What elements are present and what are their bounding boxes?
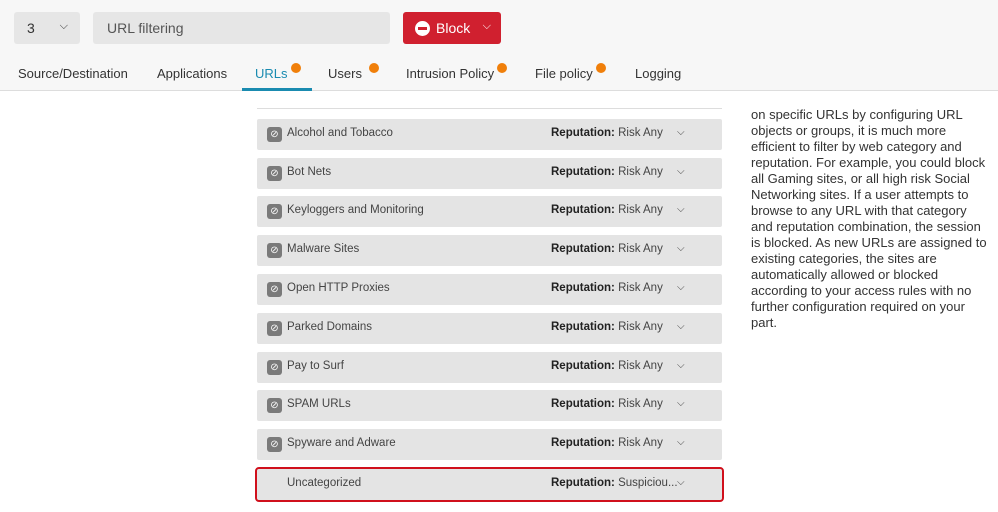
reputation-text: Risk Any [618, 282, 663, 294]
tab-label: Intrusion Policy [406, 66, 495, 81]
tab-label: Logging [635, 66, 682, 81]
link-icon: ⊘ [267, 166, 282, 181]
reputation-value: Reputation: Risk Any [551, 321, 663, 333]
rule-name-input[interactable]: URL filtering [93, 12, 390, 44]
tab-label: Source/Destination [18, 66, 128, 81]
reputation-value: Reputation: Risk Any [551, 360, 663, 372]
reputation-label: Reputation: [551, 243, 615, 255]
rule-order-value: 3 [27, 20, 35, 36]
url-category-row[interactable]: ⊘ Keyloggers and Monitoring Reputation: Ri… [257, 196, 722, 227]
tab-source-destination[interactable]: Source/Destination [18, 66, 128, 91]
reputation-label: Reputation: [551, 204, 615, 216]
category-name: Parked Domains [287, 321, 373, 333]
reputation-label: Reputation: [551, 282, 615, 294]
reputation-value: Reputation: Risk Any [551, 243, 663, 255]
link-icon: ⊘ [267, 437, 282, 452]
tab-urls[interactable]: URLs [242, 63, 312, 91]
chevron-down-icon[interactable]: ⌵ [677, 243, 685, 254]
warning-badge-icon [368, 63, 379, 73]
tab-label: URLs [255, 66, 288, 81]
chevron-down-icon[interactable]: ⌵ [677, 437, 685, 448]
chevron-down-icon[interactable]: ⌵ [677, 360, 685, 371]
chevron-down-icon[interactable]: ⌵ [677, 398, 685, 409]
url-category-row[interactable]: ⊘ Spyware and Adware Reputation: Risk Any ⌵ [257, 429, 722, 460]
reputation-text: Risk Any [618, 398, 663, 410]
reputation-value: Reputation: Risk Any [551, 127, 663, 139]
url-category-row[interactable]: ⊘ Pay to Surf Reputation: Risk Any ⌵ [257, 352, 722, 383]
chevron-down-icon[interactable]: ⌵ [677, 127, 685, 138]
action-label: Block [436, 20, 471, 36]
chevron-down-icon[interactable]: ⌵ [677, 204, 685, 215]
chevron-down-icon: ⌵ [482, 20, 491, 32]
reputation-text: Risk Any [618, 360, 663, 372]
reputation-value: Reputation: Risk Any [551, 282, 663, 294]
rule-order-select[interactable]: 3 ⌵ [14, 12, 80, 44]
warning-badge-icon [595, 63, 606, 73]
tab-applications[interactable]: Applications [157, 66, 227, 91]
reputation-label: Reputation: [551, 321, 615, 333]
url-category-row[interactable]: ⊘ Bot Nets Reputation: Risk Any ⌵ [257, 158, 722, 189]
category-name: Alcohol and Tobacco [287, 127, 393, 139]
category-name: Uncategorized [287, 477, 362, 489]
category-name: SPAM URLs [287, 398, 351, 410]
chevron-down-icon[interactable]: ⌵ [677, 282, 685, 293]
reputation-text: Risk Any [618, 127, 663, 139]
chevron-down-icon[interactable]: ⌵ [677, 321, 685, 332]
reputation-text: Risk Any [618, 437, 663, 449]
reputation-value: Reputation: Risk Any [551, 204, 663, 216]
category-name: Bot Nets [287, 166, 332, 178]
url-category-row[interactable]: ⊘ Malware Sites Reputation: Risk Any ⌵ [257, 235, 722, 266]
warning-badge-icon [290, 63, 301, 73]
reputation-text: Risk Any [618, 204, 663, 216]
category-name: Spyware and Adware [287, 437, 396, 449]
chevron-down-icon: ⌵ [59, 20, 68, 32]
divider [257, 108, 722, 109]
link-icon: ⊘ [267, 360, 282, 375]
reputation-value: Reputation: Risk Any [551, 437, 663, 449]
category-name: Malware Sites [287, 243, 360, 255]
tab-logging[interactable]: Logging [635, 66, 681, 91]
url-category-row[interactable]: ⊘ Parked Domains Reputation: Risk Any ⌵ [257, 313, 722, 344]
reputation-text: Suspiciou... [618, 477, 678, 489]
reputation-text: Risk Any [618, 321, 663, 333]
reputation-label: Reputation: [551, 127, 615, 139]
block-icon [415, 21, 430, 36]
chevron-down-icon[interactable]: ⌵ [677, 166, 685, 177]
link-icon: ⊘ [267, 204, 282, 219]
url-category-row[interactable]: Uncategorized Reputation: Suspiciou... ⌵ [255, 467, 724, 502]
tab-intrusion-policy[interactable]: Intrusion Policy [406, 63, 508, 91]
link-icon: ⊘ [267, 127, 282, 142]
reputation-value: Reputation: Risk Any [551, 398, 663, 410]
link-icon: ⊘ [267, 243, 282, 258]
reputation-label: Reputation: [551, 398, 615, 410]
reputation-text: Risk Any [618, 166, 663, 178]
category-name: Pay to Surf [287, 360, 344, 372]
reputation-text: Risk Any [618, 243, 663, 255]
reputation-value: Reputation: Risk Any [551, 166, 663, 178]
link-icon: ⊘ [267, 321, 282, 336]
action-dropdown-button[interactable]: Block ⌵ [403, 12, 501, 44]
url-category-row[interactable]: ⊘ Open HTTP Proxies Reputation: Risk Any ⌵ [257, 274, 722, 305]
category-name: Keyloggers and Monitoring [287, 204, 424, 216]
reputation-label: Reputation: [551, 166, 615, 178]
link-icon: ⊘ [267, 398, 282, 413]
help-description: on specific URLs by configuring URL obje… [751, 107, 987, 330]
reputation-value: Reputation: Suspiciou... [551, 477, 678, 489]
reputation-label: Reputation: [551, 477, 615, 489]
reputation-label: Reputation: [551, 437, 615, 449]
reputation-label: Reputation: [551, 360, 615, 372]
category-name: Open HTTP Proxies [287, 282, 390, 294]
tab-label: Users [328, 66, 362, 81]
tab-label: Applications [157, 66, 228, 81]
chevron-down-icon[interactable]: ⌵ [677, 477, 685, 488]
tab-file-policy[interactable]: File policy [535, 63, 606, 91]
url-category-row[interactable]: ⊘ SPAM URLs Reputation: Risk Any ⌵ [257, 390, 722, 421]
url-category-row[interactable]: ⊘ Alcohol and Tobacco Reputation: Risk Any… [257, 119, 722, 150]
tab-users[interactable]: Users [328, 63, 379, 91]
link-icon: ⊘ [267, 282, 282, 297]
warning-badge-icon [497, 63, 508, 73]
tab-label: File policy [535, 66, 593, 81]
